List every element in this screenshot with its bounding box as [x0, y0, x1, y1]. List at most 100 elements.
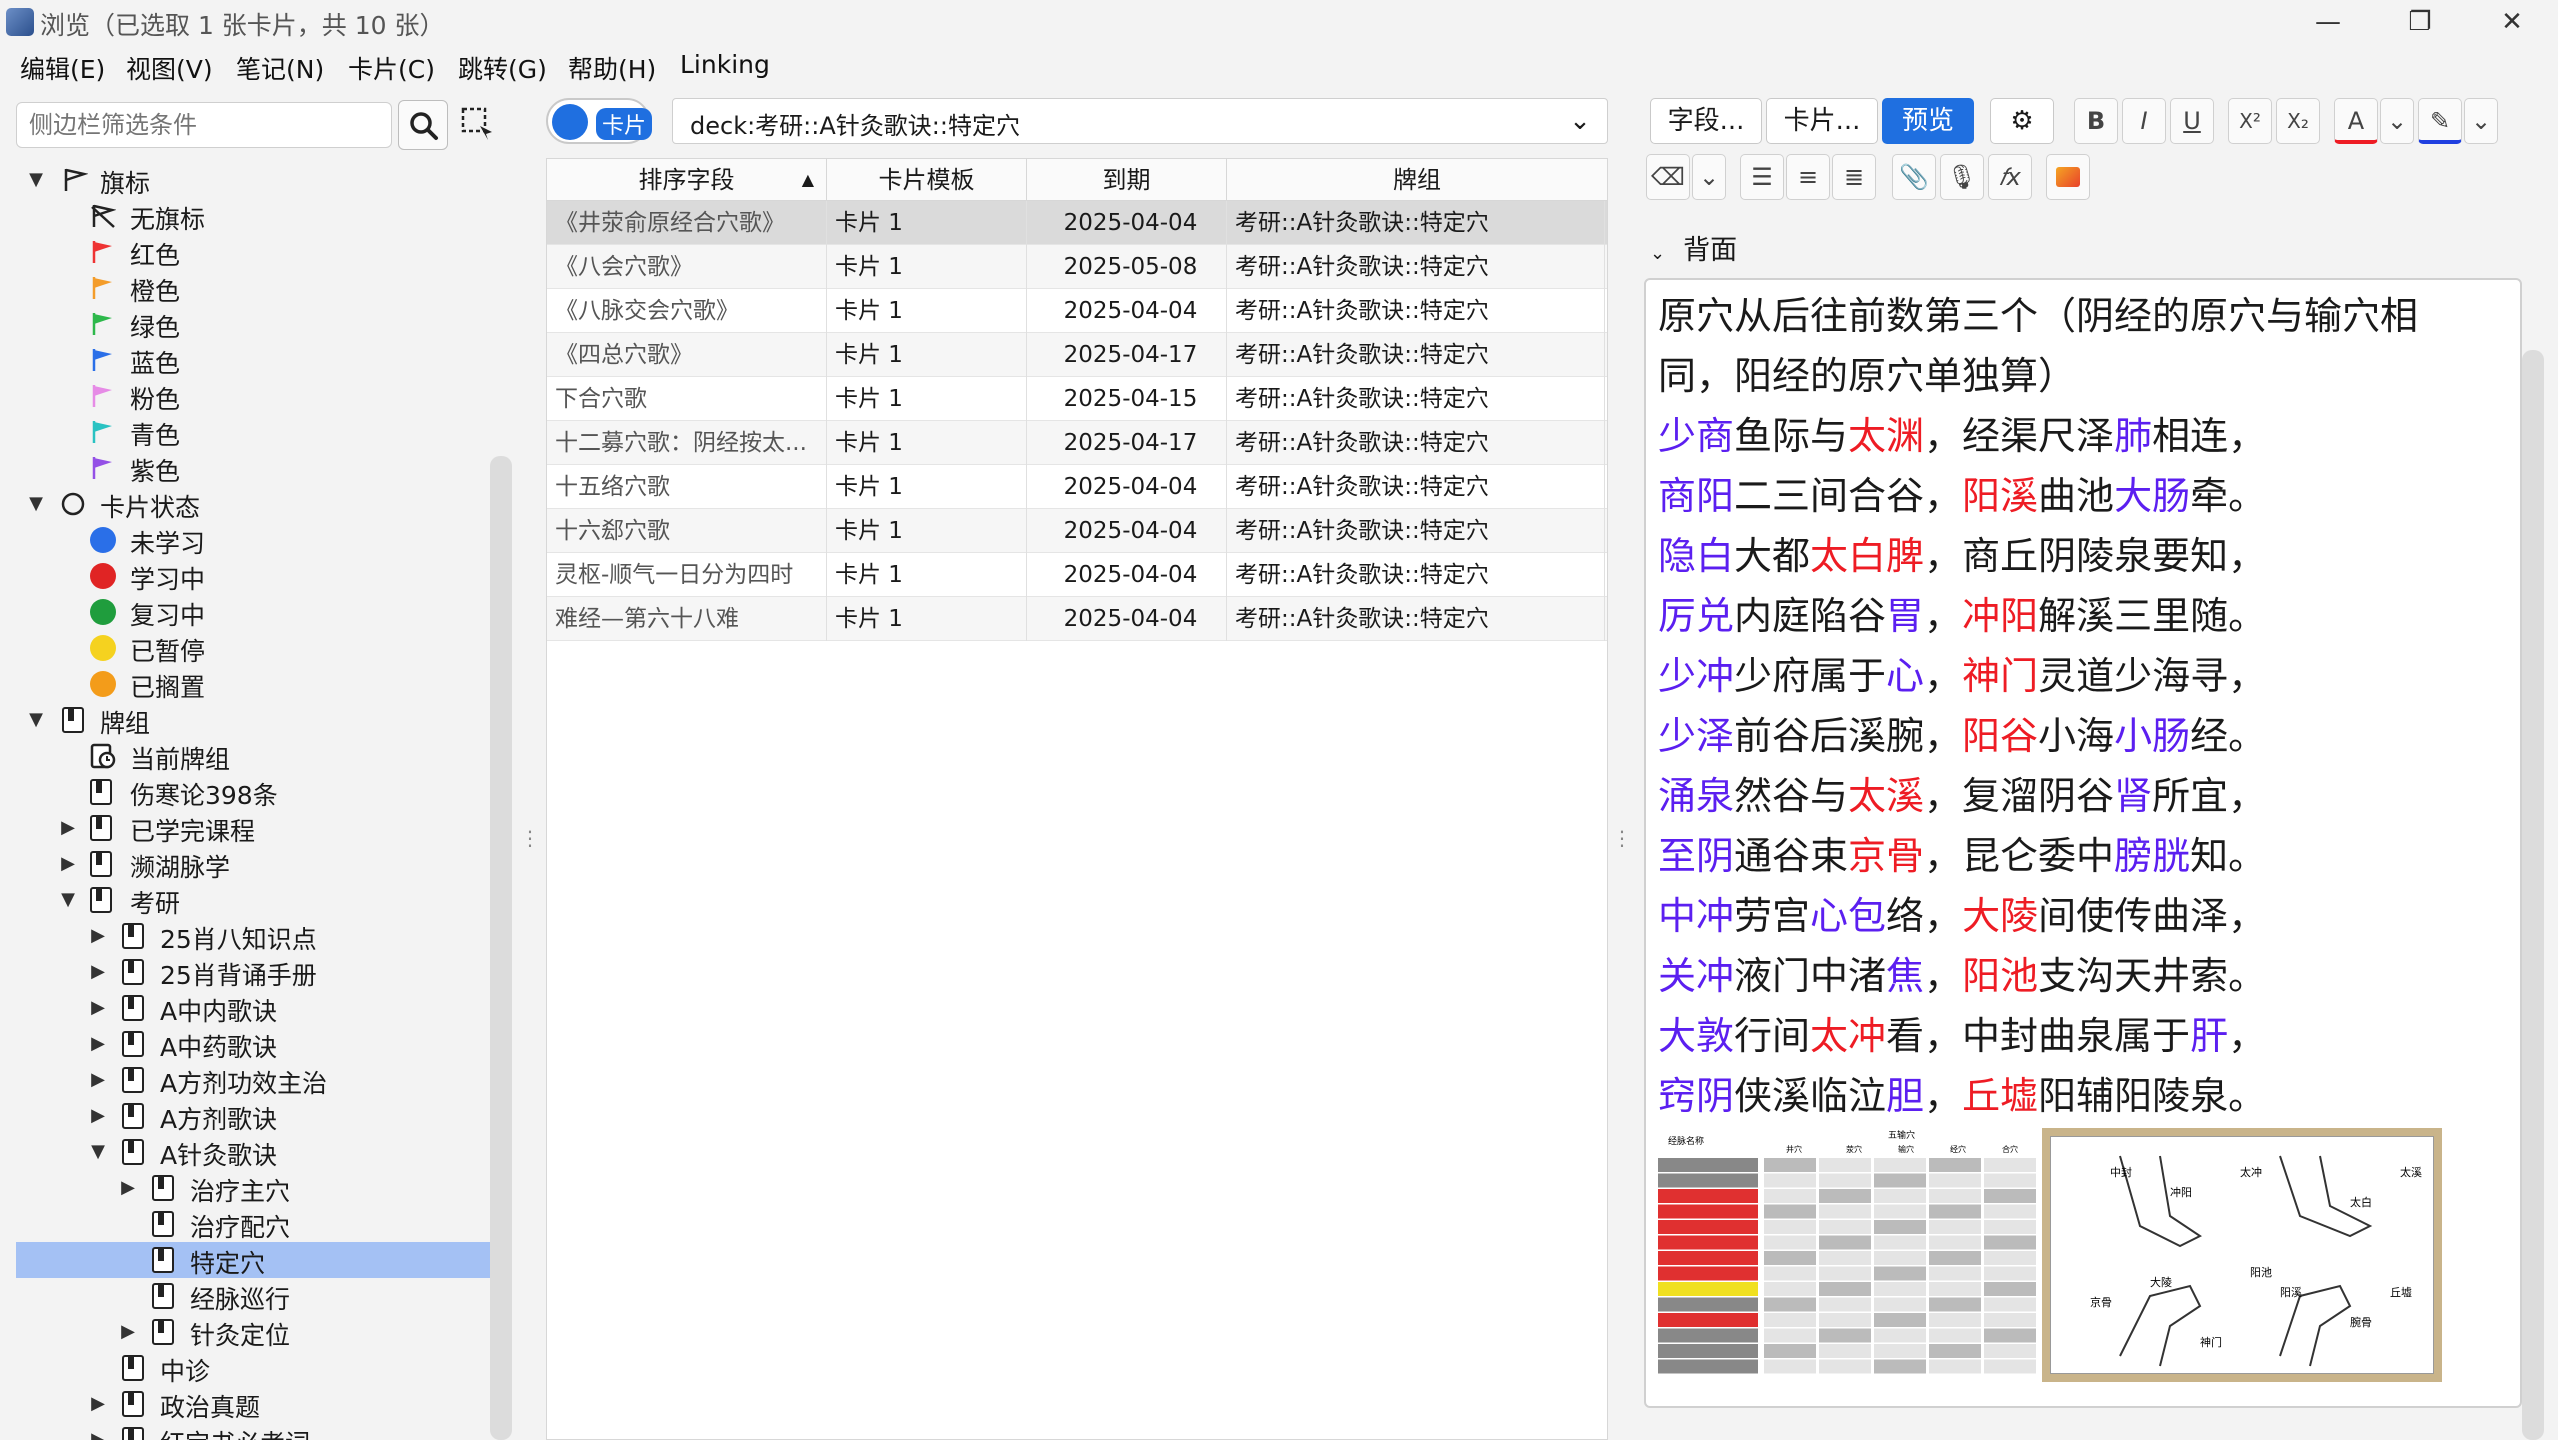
tree-deck-tedingxue[interactable]: 特定穴 [16, 1242, 490, 1278]
expand-arrow-icon[interactable]: ▶ [86, 990, 110, 1026]
italic-button[interactable]: I [2122, 98, 2166, 144]
subscript-button[interactable]: X₂ [2276, 98, 2320, 144]
menu-help[interactable]: 帮助(H) [568, 50, 656, 86]
highlight-button[interactable]: ✎ [2418, 98, 2462, 144]
table-row[interactable]: 《井荥俞原经合穴歌》 卡片 1 2025-04-04 考研::A针灸歌诀::特定穴 [547, 201, 1607, 245]
table-row[interactable]: 灵枢-顺气一日分为四时 卡片 1 2025-04-04 考研::A针灸歌诀::特定穴 [547, 553, 1607, 597]
tree-deck-zhengzhi[interactable]: ▶ 政治真题 [16, 1386, 490, 1422]
minimize-button[interactable]: — [2282, 0, 2374, 44]
preview-button[interactable]: 预览 [1882, 98, 1974, 144]
splitter-handle[interactable]: ⋮ [1612, 826, 1632, 856]
tree-deck-25xiaobei[interactable]: ▶ 25肖背诵手册 [16, 954, 490, 990]
menu-edit[interactable]: 编辑(E) [20, 50, 105, 86]
chevron-down-icon[interactable]: ⌄ [2464, 98, 2498, 144]
back-field-content[interactable]: 原穴从后往前数第三个（阴经的原穴与输穴相 同，阳经的原穴单独算） 少商鱼际与太渊… [1658, 286, 2514, 1126]
column-card-template[interactable]: 卡片模板 [827, 159, 1027, 201]
tree-deck-pulse[interactable]: ▶ 濒湖脉学 [16, 846, 490, 882]
tree-deck-zhongnei[interactable]: ▶ A中内歌诀 [16, 990, 490, 1026]
expand-arrow-icon[interactable]: ▶ [86, 918, 110, 954]
menu-go[interactable]: 跳转(G) [458, 50, 547, 86]
tree-deck-zhongyao[interactable]: ▶ A中药歌诀 [16, 1026, 490, 1062]
column-due[interactable]: 到期 [1027, 159, 1227, 201]
table-row[interactable]: 十二募穴歌：阴经按太... 卡片 1 2025-04-17 考研::A针灸歌诀::特定… [547, 421, 1607, 465]
menu-view[interactable]: 视图(V) [126, 50, 213, 86]
table-row[interactable]: 十六郄穴歌 卡片 1 2025-04-04 考研::A针灸歌诀::特定穴 [547, 509, 1607, 553]
tree-deck-kaoyan[interactable]: ▼ 考研 [16, 882, 490, 918]
record-audio-button[interactable]: 🎙 [1940, 154, 1984, 200]
table-row[interactable]: 《八会穴歌》 卡片 1 2025-05-08 考研::A针灸歌诀::特定穴 [547, 245, 1607, 289]
bullet-list-button[interactable]: ☰ [1740, 154, 1784, 200]
table-row[interactable]: 《八脉交会穴歌》 卡片 1 2025-04-04 考研::A针灸歌诀::特定穴 [547, 289, 1607, 333]
tree-deck-current[interactable]: 当前牌组 [16, 738, 490, 774]
math-button[interactable]: 𝑓x [1988, 154, 2032, 200]
superscript-button[interactable]: X² [2228, 98, 2272, 144]
expand-arrow-icon[interactable]: ▶ [86, 954, 110, 990]
select-area-button[interactable] [458, 104, 498, 144]
tree-flag-green[interactable]: 绿色 [16, 306, 490, 342]
table-row[interactable]: 《四总穴歌》 卡片 1 2025-04-17 考研::A针灸歌诀::特定穴 [547, 333, 1607, 377]
underline-button[interactable]: U [2170, 98, 2214, 144]
tree-deck-fangji-gx[interactable]: ▶ A方剂功效主治 [16, 1062, 490, 1098]
expand-arrow-icon[interactable]: ▶ [116, 1170, 140, 1206]
table-row[interactable]: 难经—第六十八难 卡片 1 2025-04-04 考研::A针灸歌诀::特定穴 [547, 597, 1607, 641]
splitter-handle[interactable]: ⋮ [520, 826, 540, 856]
tree-flag-purple[interactable]: 紫色 [16, 450, 490, 486]
tree-deck-finished[interactable]: ▶ 已学完课程 [16, 810, 490, 846]
text-color-button[interactable]: A [2334, 98, 2378, 144]
tree-deck-hongbaoshu[interactable]: ▶红宝书必考词 [16, 1422, 490, 1440]
expand-arrow-icon[interactable]: ▶ [86, 1062, 110, 1098]
eraser-button[interactable]: ⌫ [1646, 154, 1690, 200]
align-button[interactable]: ≣ [1832, 154, 1876, 200]
tree-deck-jingmai[interactable]: 经脉巡行 [16, 1278, 490, 1314]
cards-button[interactable]: 卡片... [1766, 98, 1878, 144]
maximize-button[interactable]: ❐ [2374, 0, 2466, 44]
chevron-down-icon[interactable]: ⌄ [1556, 100, 1604, 142]
column-deck[interactable]: 牌组 [1227, 159, 1607, 201]
tree-flag-orange[interactable]: 橙色 [16, 270, 490, 306]
tree-state-learning[interactable]: 学习中 [16, 558, 490, 594]
expand-arrow-icon[interactable]: ▶ [56, 810, 80, 846]
collapse-arrow-icon[interactable]: ▼ [24, 486, 48, 522]
field-header[interactable]: ⌄ 背面 [1650, 228, 1737, 267]
column-sort-field[interactable]: 排序字段 ▲ [547, 159, 827, 201]
image-occlusion-button[interactable] [2046, 154, 2090, 200]
tree-deck-25xiao8[interactable]: ▶ 25肖八知识点 [16, 918, 490, 954]
collapse-arrow-icon[interactable]: ⌄ [1650, 243, 1665, 264]
menu-cards[interactable]: 卡片(C) [348, 50, 435, 86]
expand-arrow-icon[interactable]: ▶ [86, 1386, 110, 1422]
tree-deck-zhenjiu[interactable]: ▼ A针灸歌诀 [16, 1134, 490, 1170]
table-row[interactable]: 下合穴歌 卡片 1 2025-04-15 考研::A针灸歌诀::特定穴 [547, 377, 1607, 421]
tree-deck-fangji-gj[interactable]: ▶ A方剂歌诀 [16, 1098, 490, 1134]
expand-arrow-icon[interactable]: ▶ [86, 1098, 110, 1134]
editor-scrollbar[interactable] [2522, 350, 2544, 1440]
tree-flags[interactable]: ▼ 旗标 [16, 162, 490, 198]
settings-button[interactable]: ⚙ [1990, 98, 2054, 144]
tree-deck-dingwei[interactable]: ▶ 针灸定位 [16, 1314, 490, 1350]
menu-notes[interactable]: 笔记(N) [236, 50, 324, 86]
expand-arrow-icon[interactable]: ▶ [86, 1422, 110, 1440]
tree-deck-zhongzhen[interactable]: 中诊 [16, 1350, 490, 1386]
tree-deck-shanghan[interactable]: 伤寒论398条 [16, 774, 490, 810]
tree-card-state[interactable]: ▼ 卡片状态 [16, 486, 490, 522]
chevron-down-icon[interactable]: ⌄ [2380, 98, 2414, 144]
numbered-list-button[interactable]: ≡ [1786, 154, 1830, 200]
tree-deck-zhuxue[interactable]: ▶ 治疗主穴 [16, 1170, 490, 1206]
tree-deck-peixue[interactable]: 治疗配穴 [16, 1206, 490, 1242]
tree-flag-pink[interactable]: 粉色 [16, 378, 490, 414]
attach-button[interactable]: 📎 [1892, 154, 1936, 200]
sidebar-search-input[interactable] [16, 102, 392, 148]
close-button[interactable]: ✕ [2466, 0, 2558, 44]
fields-button[interactable]: 字段... [1650, 98, 1762, 144]
chevron-down-icon[interactable]: ⌄ [1692, 154, 1726, 200]
table-row[interactable]: 十五络穴歌 卡片 1 2025-04-04 考研::A针灸歌诀::特定穴 [547, 465, 1607, 509]
sidebar-search-button[interactable] [398, 100, 448, 150]
expand-arrow-icon[interactable]: ▶ [56, 846, 80, 882]
tree-flag-red[interactable]: 红色 [16, 234, 490, 270]
collapse-arrow-icon[interactable]: ▼ [24, 702, 48, 738]
tree-state-review[interactable]: 复习中 [16, 594, 490, 630]
collapse-arrow-icon[interactable]: ▼ [56, 882, 80, 918]
collapse-arrow-icon[interactable]: ▼ [86, 1134, 110, 1170]
bold-button[interactable]: B [2074, 98, 2118, 144]
menu-linking[interactable]: Linking [680, 50, 770, 79]
tree-flag-none[interactable]: 无旗标 [16, 198, 490, 234]
